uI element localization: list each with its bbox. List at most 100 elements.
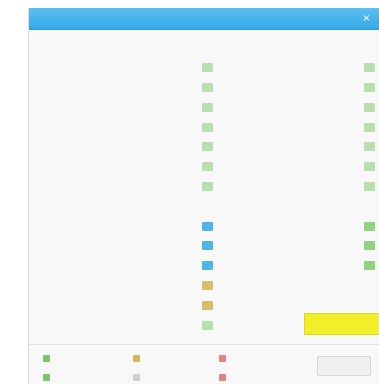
left-list-row[interactable]: [43, 196, 219, 216]
right-list-row[interactable]: [221, 236, 379, 256]
right-list-row-label: [221, 181, 364, 191]
left-list-row[interactable]: [43, 137, 219, 157]
right-list-row[interactable]: [221, 137, 379, 157]
right-list-status-swatch: [364, 261, 375, 271]
right-list-row-label: [221, 122, 364, 132]
legend-swatch: [133, 373, 140, 381]
legend-item: [133, 353, 144, 363]
close-icon[interactable]: ×: [361, 13, 372, 24]
title-bar: ×: [29, 8, 379, 30]
footer-divider: [29, 344, 379, 345]
right-list-row[interactable]: [221, 38, 379, 58]
right-list-row[interactable]: [221, 58, 379, 78]
left-list-status-swatch: [202, 300, 213, 310]
legend-swatch: [43, 354, 50, 362]
left-list-row[interactable]: [43, 117, 219, 137]
left-list-row-label: [43, 221, 202, 231]
right-list-status-swatch: [364, 221, 375, 231]
legend-item: [219, 372, 230, 382]
right-list-row[interactable]: [221, 78, 379, 98]
dialog-window: ×: [28, 8, 379, 384]
ok-button[interactable]: [317, 356, 371, 376]
right-list-row[interactable]: [221, 177, 379, 197]
left-list-status-swatch: [202, 82, 213, 92]
left-list-row-label: [43, 142, 202, 152]
highlighted-action-button[interactable]: [304, 313, 379, 335]
left-list-row[interactable]: [43, 38, 219, 58]
right-list-status-swatch: [364, 181, 375, 191]
right-list-status-swatch: [364, 102, 375, 112]
legend-item: [43, 353, 54, 363]
right-list-row[interactable]: [221, 256, 379, 276]
left-list-row[interactable]: [43, 157, 219, 177]
left-list-status-swatch: [202, 43, 213, 52]
left-list-row-label: [43, 102, 202, 112]
left-list-status-swatch: [202, 122, 213, 132]
left-list-row[interactable]: [43, 177, 219, 197]
left-list-row[interactable]: [43, 315, 219, 335]
left-list-row-label: [43, 63, 202, 73]
left-list-status-swatch: [202, 142, 213, 152]
right-list-status-swatch: [364, 122, 375, 132]
left-list-row[interactable]: [43, 276, 219, 296]
right-list-row-label: [221, 162, 364, 172]
left-list-status-swatch: [202, 221, 213, 231]
right-list-row-label: [221, 261, 364, 271]
right-list-row[interactable]: [221, 117, 379, 137]
right-list-row-label: [221, 241, 364, 251]
left-option-list: [43, 38, 219, 335]
right-list-status-swatch: [364, 142, 375, 152]
right-list-row[interactable]: [221, 97, 379, 117]
left-list-status-swatch: [202, 202, 213, 211]
legend-swatch: [219, 373, 226, 381]
left-list-row-label: [43, 261, 202, 271]
legend-swatch: [133, 354, 140, 362]
left-list-status-swatch: [202, 162, 213, 172]
right-list-row[interactable]: [221, 276, 379, 296]
legend-item: [219, 353, 230, 363]
right-list-status-swatch: [364, 241, 375, 251]
left-list-status-swatch: [202, 102, 213, 112]
left-list-status-swatch: [202, 181, 213, 191]
left-list-row-label: [43, 241, 202, 251]
left-list-status-swatch: [202, 63, 213, 73]
right-list-row[interactable]: [221, 157, 379, 177]
legend-item: [133, 372, 144, 382]
right-list-row-label: [221, 102, 364, 112]
left-list-status-swatch: [202, 261, 213, 271]
left-list-row-label: [43, 162, 202, 172]
right-list-row-label: [221, 142, 364, 152]
left-list-status-swatch: [202, 241, 213, 251]
right-list-status-swatch: [364, 82, 375, 92]
left-list-status-swatch: [202, 280, 213, 290]
left-list-row[interactable]: [43, 295, 219, 315]
right-list-row-label: [221, 221, 364, 231]
right-list-status-swatch: [364, 43, 375, 52]
info-note: [223, 314, 283, 336]
left-list-row-label: [43, 82, 202, 92]
right-list-row[interactable]: [221, 196, 379, 216]
left-list-row[interactable]: [43, 58, 219, 78]
left-list-row-label: [43, 300, 202, 310]
right-list-status-swatch: [364, 162, 375, 172]
right-list-row[interactable]: [221, 216, 379, 236]
left-list-row[interactable]: [43, 216, 219, 236]
legend-swatch: [43, 373, 50, 381]
left-list-row[interactable]: [43, 256, 219, 276]
window-title: [79, 14, 319, 22]
right-list-row-label: [221, 43, 364, 53]
left-list-row-label: [43, 122, 202, 132]
left-list-row-label: [43, 280, 202, 290]
right-list-row-label: [221, 82, 364, 92]
right-list-status-swatch: [364, 202, 375, 211]
left-list-row-label: [43, 320, 202, 330]
left-list-row[interactable]: [43, 78, 219, 98]
right-list-row-label: [221, 63, 364, 73]
right-option-list: [221, 38, 379, 295]
right-list-row-label: [221, 280, 364, 290]
legend-item: [43, 372, 54, 382]
left-list-row[interactable]: [43, 236, 219, 256]
left-list-row-label: [43, 181, 202, 191]
left-list-row[interactable]: [43, 97, 219, 117]
right-list-status-swatch: [364, 63, 375, 73]
